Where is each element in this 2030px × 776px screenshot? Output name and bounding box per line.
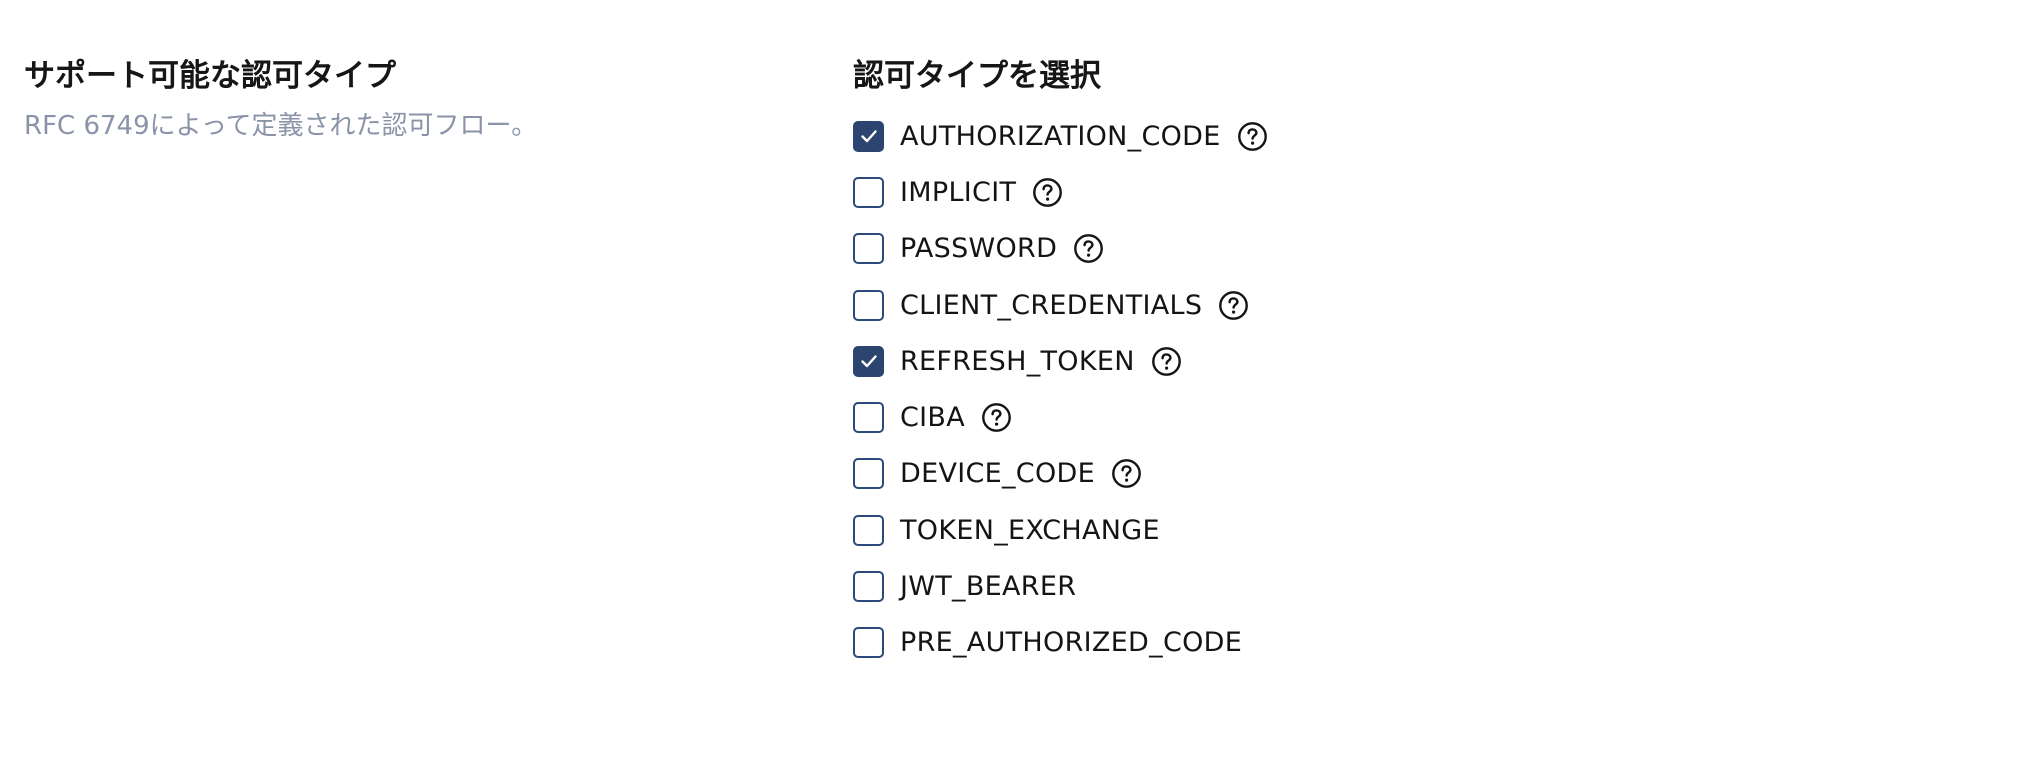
grant-type-option-password: PASSWORD <box>853 221 1953 277</box>
checkmark-icon <box>860 130 877 143</box>
select-title: 認可タイプを選択 <box>853 58 1101 94</box>
help-icon[interactable] <box>1237 121 1268 152</box>
grant-type-label[interactable]: AUTHORIZATION_CODE <box>900 121 1221 152</box>
grant-type-label[interactable]: IMPLICIT <box>900 177 1016 208</box>
grant-type-label[interactable]: DEVICE_CODE <box>900 458 1095 489</box>
section-info: サポート可能な認可タイプ RFC 6749によって定義された認可フロー。 <box>24 54 804 146</box>
grant-type-checkbox-refresh-token[interactable] <box>853 345 884 377</box>
checkmark-icon <box>860 355 877 368</box>
grant-type-checkbox-ciba[interactable] <box>853 402 884 434</box>
grant-type-checkbox-token-exchange[interactable] <box>853 514 884 546</box>
help-icon[interactable] <box>1218 290 1249 321</box>
grant-type-checkbox-jwt-bearer[interactable] <box>853 571 884 603</box>
grant-type-checkbox-client-credentials[interactable] <box>853 289 884 321</box>
grant-type-option-device-code: DEVICE_CODE <box>853 446 1953 502</box>
grant-type-option-implicit: IMPLICIT <box>853 164 1953 220</box>
grant-type-checkbox-pre-authorized-code[interactable] <box>853 627 884 659</box>
grant-type-option-refresh-token: REFRESH_TOKEN <box>853 333 1953 389</box>
grant-type-label[interactable]: REFRESH_TOKEN <box>900 346 1135 377</box>
help-icon[interactable] <box>1073 233 1104 264</box>
help-icon[interactable] <box>981 402 1012 433</box>
grant-type-option-authorization-code: AUTHORIZATION_CODE <box>853 108 1953 164</box>
grant-type-label[interactable]: PRE_AUTHORIZED_CODE <box>900 627 1242 658</box>
grant-type-checkbox-authorization-code[interactable] <box>853 120 884 152</box>
help-icon[interactable] <box>1151 346 1182 377</box>
help-icon[interactable] <box>1032 177 1063 208</box>
grant-type-label[interactable]: CIBA <box>900 402 965 433</box>
grant-type-option-token-exchange: TOKEN_EXCHANGE <box>853 502 1953 558</box>
grant-type-label[interactable]: CLIENT_CREDENTIALS <box>900 290 1202 321</box>
grant-type-option-jwt-bearer: JWT_BEARER <box>853 558 1953 614</box>
section-description: RFC 6749によって定義された認可フロー。 <box>24 111 538 141</box>
grant-type-selector: 認可タイプを選択 AUTHORIZATION_CODE IMPLICIT PASSW… <box>853 54 1953 671</box>
grant-type-label[interactable]: JWT_BEARER <box>900 571 1076 602</box>
section-title: サポート可能な認可タイプ <box>24 58 396 94</box>
grant-type-option-ciba: CIBA <box>853 389 1953 445</box>
grant-type-checkbox-password[interactable] <box>853 233 884 265</box>
grant-type-checkbox-device-code[interactable] <box>853 458 884 490</box>
grant-type-label[interactable]: PASSWORD <box>900 233 1057 264</box>
grant-type-option-pre-authorized-code: PRE_AUTHORIZED_CODE <box>853 615 1953 671</box>
grant-type-option-client-credentials: CLIENT_CREDENTIALS <box>853 277 1953 333</box>
grant-type-label[interactable]: TOKEN_EXCHANGE <box>900 515 1160 546</box>
help-icon[interactable] <box>1111 458 1142 489</box>
grant-type-list: AUTHORIZATION_CODE IMPLICIT PASSWORD CLIENT… <box>853 108 1953 671</box>
grant-type-checkbox-implicit[interactable] <box>853 176 884 208</box>
